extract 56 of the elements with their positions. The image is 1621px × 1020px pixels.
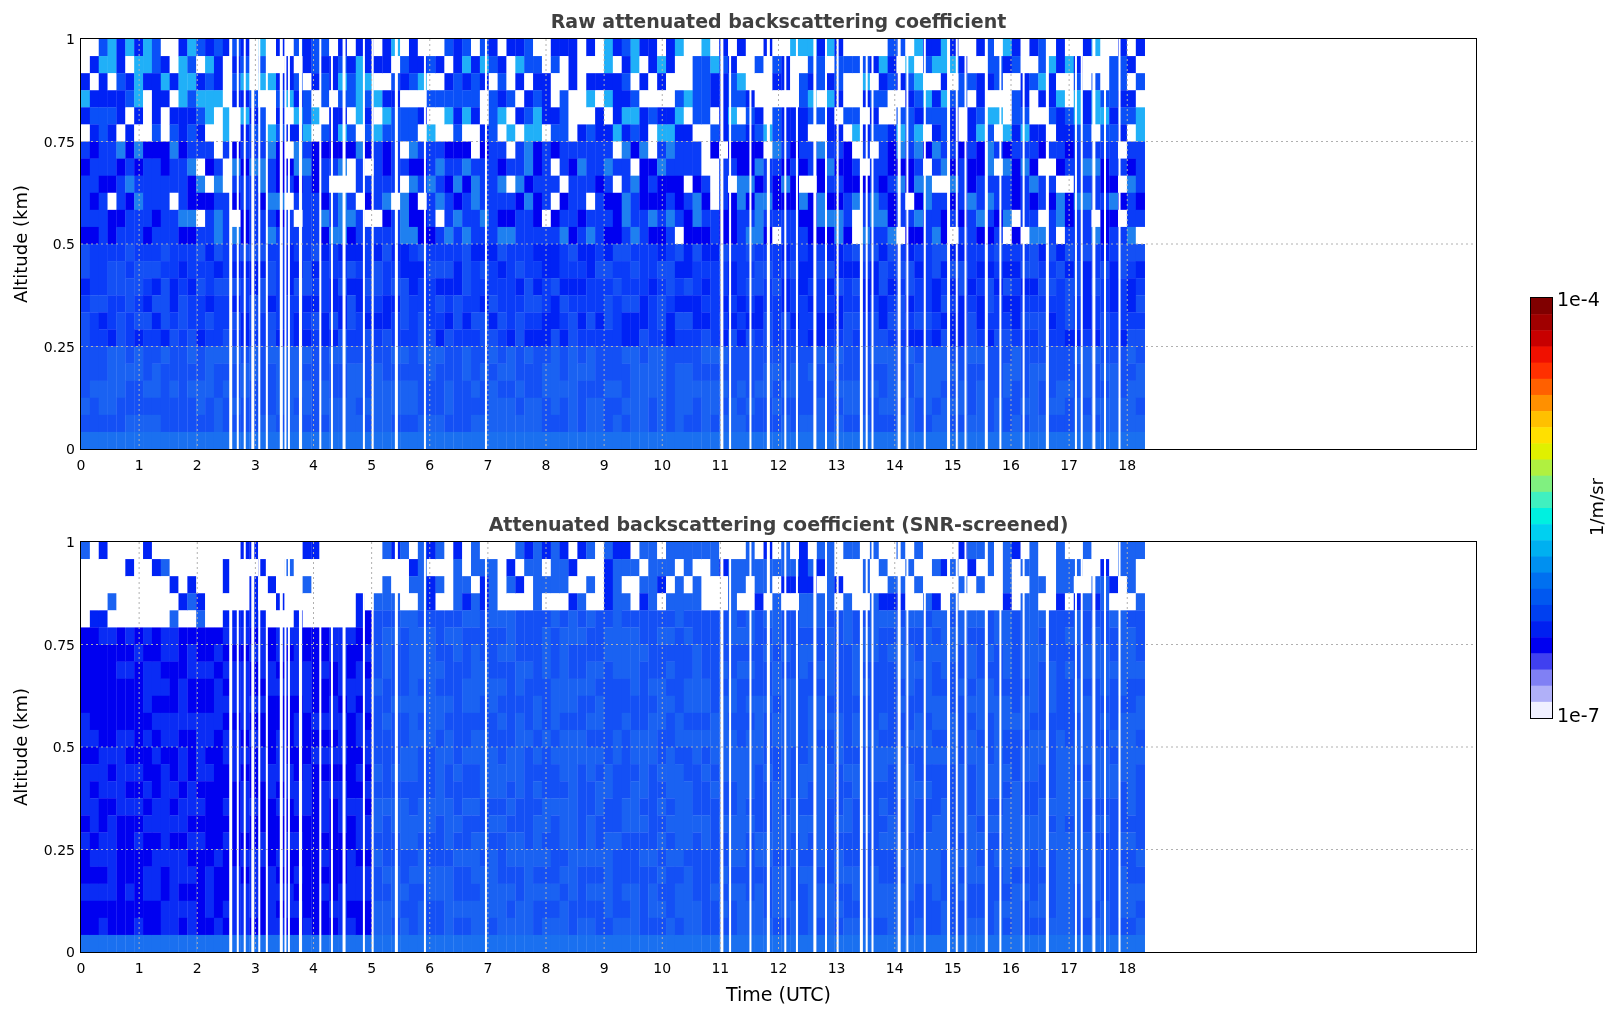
tick-label: 15 — [943, 960, 962, 976]
axis-label: Time (UTC) — [725, 983, 832, 1005]
tick-label: 0 — [76, 960, 86, 976]
colorbar-unit-label: 1/m/sr — [1585, 478, 1607, 536]
tick-label: 0.25 — [43, 841, 75, 858]
tick-label: 2 — [192, 960, 202, 976]
tick-label: 0.75 — [43, 133, 75, 150]
tick-label: 18 — [1118, 960, 1137, 976]
axis-label: Altitude (km) — [10, 184, 31, 304]
tick-label: 1 — [66, 534, 75, 550]
tick-label: 1 — [134, 457, 144, 473]
chart-title: Attenuated backscattering coefficient (SNR-screened) — [487, 512, 1070, 537]
tick-label: 0 — [66, 441, 75, 457]
tick-label: 8 — [541, 960, 551, 976]
tick-label: 14 — [885, 960, 904, 976]
tick-label: 0.5 — [52, 236, 75, 252]
chart-title: Raw attenuated backscattering coefficient — [549, 9, 1008, 34]
tick-label: 9 — [599, 457, 609, 473]
tick-label: 2 — [192, 457, 202, 473]
tick-label: 13 — [827, 960, 846, 976]
tick-label: 7 — [483, 457, 493, 473]
tick-label: 3 — [250, 457, 260, 473]
axis-label: Altitude (km) — [10, 687, 31, 807]
tick-label: 16 — [1002, 960, 1020, 976]
tick-label: 5 — [367, 457, 377, 473]
tick-label: 17 — [1060, 457, 1079, 473]
tick-label: 6 — [425, 457, 435, 473]
tick-label: 1 — [66, 31, 75, 47]
tick-label: 7 — [483, 960, 493, 976]
tick-label: 3 — [250, 960, 260, 976]
tick-label: 0 — [76, 457, 86, 473]
tick-label: 18 — [1118, 457, 1137, 473]
tick-label: 1 — [134, 960, 144, 976]
tick-label: 4 — [309, 457, 318, 473]
tick-label: 11 — [711, 457, 730, 473]
tick-label: 10 — [653, 457, 672, 473]
tick-label: 0.75 — [43, 636, 75, 653]
tick-label: 13 — [827, 457, 846, 473]
tick-label: 5 — [367, 960, 377, 976]
colorbar-max-label: 1e-4 — [1557, 288, 1600, 310]
tick-label: 4 — [309, 960, 318, 976]
tick-label: 12 — [769, 960, 788, 976]
colorbar-min-label: 1e-7 — [1557, 704, 1600, 726]
tick-label: 0.25 — [43, 338, 75, 355]
tick-label: 11 — [711, 960, 730, 976]
tick-label: 8 — [541, 457, 551, 473]
tick-label: 14 — [885, 457, 904, 473]
tick-label: 16 — [1002, 457, 1020, 473]
tick-label: 12 — [769, 457, 788, 473]
tick-label: 15 — [943, 457, 962, 473]
tick-label: 9 — [599, 960, 609, 976]
tick-label: 0 — [66, 944, 75, 960]
tick-label: 10 — [653, 960, 672, 976]
tick-label: 0.5 — [52, 739, 75, 755]
tick-label: 17 — [1060, 960, 1079, 976]
tick-label: 6 — [425, 960, 435, 976]
